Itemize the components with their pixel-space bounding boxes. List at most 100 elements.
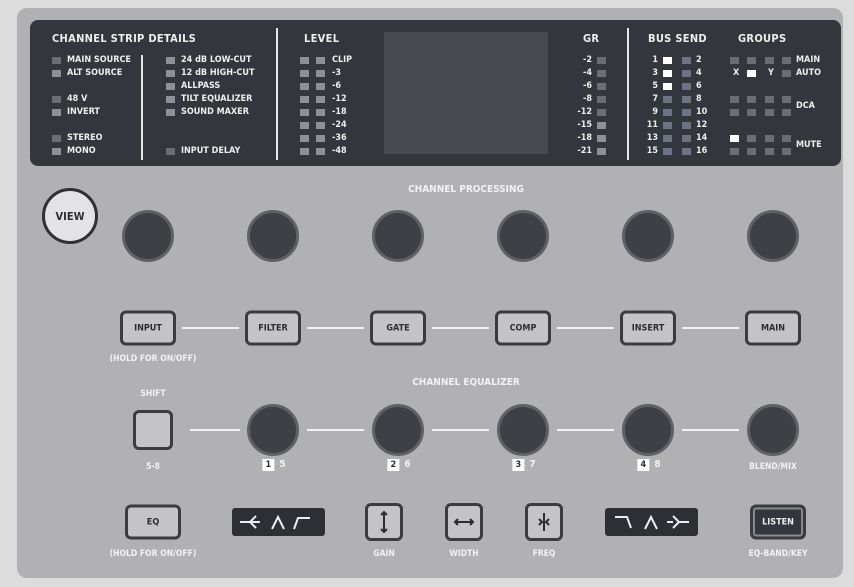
processing-knob[interactable] xyxy=(122,210,174,262)
groups-auto: AUTO xyxy=(796,68,821,78)
bus-send-led[interactable] xyxy=(682,83,691,90)
group-led[interactable] xyxy=(782,70,791,77)
group-led[interactable] xyxy=(782,135,791,142)
group-led[interactable] xyxy=(730,135,739,142)
eq-band-knob[interactable] xyxy=(247,404,299,456)
listen-button[interactable]: LISTEN xyxy=(750,504,806,540)
gr-led xyxy=(597,57,606,64)
bus-send-led[interactable] xyxy=(663,83,672,90)
width-button[interactable] xyxy=(445,503,483,541)
hold-hint: (HOLD FOR ON/OFF) xyxy=(109,354,197,364)
group-led[interactable] xyxy=(730,96,739,103)
group-led[interactable] xyxy=(747,109,756,116)
group-led[interactable] xyxy=(730,109,739,116)
group-led-xy[interactable] xyxy=(747,70,756,77)
eq-band-label: 48 xyxy=(637,459,661,471)
blend-mix-knob[interactable] xyxy=(747,404,799,456)
level-led-right xyxy=(316,96,325,103)
group-led[interactable] xyxy=(765,57,774,64)
group-led[interactable] xyxy=(782,96,791,103)
level-label: CLIP xyxy=(332,55,353,65)
eq-button[interactable]: EQ xyxy=(125,504,181,540)
gr-led xyxy=(597,148,606,155)
view-button[interactable]: VIEW xyxy=(42,188,98,244)
eq-band-label: 15 xyxy=(262,459,286,471)
width-label: WIDTH xyxy=(449,549,479,559)
strip-title: CHANNEL STRIP DETAILS xyxy=(52,32,197,45)
group-led[interactable] xyxy=(747,57,756,64)
gain-icon xyxy=(380,510,388,534)
strip-led xyxy=(166,109,175,116)
level-led-right xyxy=(316,70,325,77)
signal-line xyxy=(682,429,739,431)
low-shelf-filter-icon xyxy=(232,508,325,536)
processing-button-filter[interactable]: FILTER xyxy=(245,310,301,346)
processing-button-insert[interactable]: INSERT xyxy=(620,310,676,346)
gr-label: -4 xyxy=(583,68,592,78)
processing-knob[interactable] xyxy=(372,210,424,262)
group-led[interactable] xyxy=(782,148,791,155)
bus-send-led[interactable] xyxy=(663,148,672,155)
group-led[interactable] xyxy=(765,96,774,103)
processing-button-gate[interactable]: GATE xyxy=(370,310,426,346)
group-led[interactable] xyxy=(765,135,774,142)
group-led[interactable] xyxy=(747,148,756,155)
processing-knob[interactable] xyxy=(747,210,799,262)
processing-knob[interactable] xyxy=(247,210,299,262)
bus-send-led[interactable] xyxy=(682,109,691,116)
bus-send-led[interactable] xyxy=(682,135,691,142)
level-title: LEVEL xyxy=(304,32,340,45)
gr-label: -6 xyxy=(583,81,592,91)
group-led[interactable] xyxy=(730,57,739,64)
processing-button-input[interactable]: INPUT xyxy=(120,310,176,346)
gr-label: -21 xyxy=(577,146,592,156)
strip-label: TILT EQUALIZER xyxy=(181,94,253,104)
bus-send-led[interactable] xyxy=(663,57,672,64)
group-led[interactable] xyxy=(730,148,739,155)
gain-button[interactable] xyxy=(365,503,403,541)
strip-label: 12 dB HIGH-CUT xyxy=(181,68,255,78)
bus-send-led[interactable] xyxy=(663,135,672,142)
eq-band-knob[interactable] xyxy=(497,404,549,456)
bus-send-led[interactable] xyxy=(663,109,672,116)
bus-label-odd: 7 xyxy=(652,94,658,104)
processing-knob[interactable] xyxy=(497,210,549,262)
signal-line xyxy=(432,327,489,329)
group-led[interactable] xyxy=(747,135,756,142)
bus-send-led[interactable] xyxy=(682,57,691,64)
group-led[interactable] xyxy=(782,109,791,116)
bus-label-odd: 3 xyxy=(652,68,658,78)
listen-hint: EQ-BAND/KEY xyxy=(748,549,808,559)
group-led[interactable] xyxy=(765,109,774,116)
freq-button[interactable] xyxy=(525,503,563,541)
processing-button-main[interactable]: MAIN xyxy=(745,310,801,346)
gr-led xyxy=(597,70,606,77)
bus-send-led[interactable] xyxy=(682,122,691,129)
bus-send-led[interactable] xyxy=(663,70,672,77)
band-number: 3 xyxy=(512,459,525,471)
level-label: -12 xyxy=(332,94,347,104)
processing-button-comp[interactable]: COMP xyxy=(495,310,551,346)
groups-dca: DCA xyxy=(796,101,815,111)
level-led-left xyxy=(300,148,309,155)
group-led[interactable] xyxy=(765,148,774,155)
bus-label-odd: 1 xyxy=(652,55,658,65)
strip-label: INVERT xyxy=(67,107,100,117)
shift-button[interactable] xyxy=(133,410,173,450)
level-led-right xyxy=(316,148,325,155)
group-led[interactable] xyxy=(747,96,756,103)
eq-hold-hint: (HOLD FOR ON/OFF) xyxy=(109,549,197,559)
band-alt: 5 xyxy=(279,459,286,470)
bus-send-led[interactable] xyxy=(663,122,672,129)
divider xyxy=(627,28,629,160)
channel-screen xyxy=(384,32,548,154)
bus-send-led[interactable] xyxy=(682,70,691,77)
processing-knob[interactable] xyxy=(622,210,674,262)
eq-band-knob[interactable] xyxy=(372,404,424,456)
bus-send-led[interactable] xyxy=(682,148,691,155)
bus-send-led[interactable] xyxy=(663,96,672,103)
group-led[interactable] xyxy=(782,57,791,64)
bus-send-led[interactable] xyxy=(682,96,691,103)
eq-band-knob[interactable] xyxy=(622,404,674,456)
signal-line xyxy=(307,327,364,329)
